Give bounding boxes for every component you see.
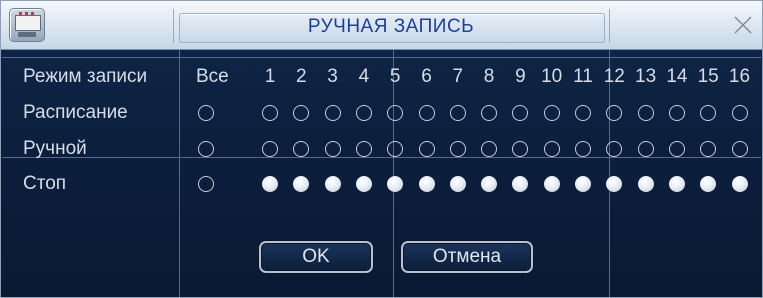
channel-header-14: 14 — [666, 66, 688, 87]
channel-header-2: 2 — [296, 66, 307, 87]
title-separator — [173, 9, 174, 43]
radio-schedule-ch13[interactable] — [637, 105, 654, 121]
row-label-manual: Ручной — [23, 138, 87, 159]
radio-schedule-ch4[interactable] — [355, 105, 372, 121]
channel-header-15: 15 — [697, 66, 719, 87]
radio-manual-ch3[interactable] — [324, 141, 341, 157]
close-button[interactable] — [729, 11, 757, 39]
radio-schedule-ch3[interactable] — [324, 105, 341, 121]
channel-header-10: 10 — [541, 66, 563, 87]
radio-schedule-ch14[interactable] — [668, 105, 685, 121]
radio-manual-ch2[interactable] — [293, 141, 310, 157]
channel-header-4: 4 — [358, 66, 370, 87]
radio-stop-ch4[interactable] — [355, 176, 372, 192]
window-title: РУЧНАЯ ЗАПИСЬ — [307, 16, 475, 37]
channel-header-8: 8 — [483, 66, 495, 87]
row-label-schedule: Расписание — [23, 102, 128, 123]
radio-manual-ch12[interactable] — [606, 141, 623, 157]
radio-manual-ch15[interactable] — [700, 141, 717, 157]
channel-header-3: 3 — [327, 66, 338, 87]
record-mode-header: Режим записи — [23, 66, 148, 87]
radio-schedule-ch15[interactable] — [700, 105, 717, 121]
channel-header-12: 12 — [603, 66, 625, 87]
radio-schedule-ch8[interactable] — [481, 105, 498, 121]
radio-manual-ch8[interactable] — [481, 141, 498, 157]
radio-manual-ch10[interactable] — [543, 141, 560, 157]
radio-schedule-ch1[interactable] — [262, 105, 278, 121]
radio-stop-ch9[interactable] — [512, 176, 529, 192]
radio-schedule-all[interactable] — [198, 105, 214, 121]
radio-stop-ch11[interactable] — [575, 176, 591, 192]
radio-manual-ch4[interactable] — [355, 141, 372, 157]
radio-manual-ch6[interactable] — [418, 141, 435, 157]
channel-header-7: 7 — [452, 66, 464, 87]
channel-header-11: 11 — [573, 66, 593, 87]
channel-header-6: 6 — [421, 66, 432, 87]
radio-stop-ch12[interactable] — [606, 176, 623, 192]
channel-header-9: 9 — [515, 66, 526, 87]
radio-stop-ch2[interactable] — [293, 176, 310, 192]
radio-schedule-ch6[interactable] — [418, 105, 435, 121]
channel-header-5: 5 — [389, 66, 401, 87]
cancel-button[interactable]: Отмена — [401, 241, 533, 273]
title-separator — [609, 9, 610, 43]
channel-header-16: 16 — [728, 66, 751, 87]
radio-stop-ch13[interactable] — [637, 176, 654, 192]
radio-manual-ch7[interactable] — [449, 141, 466, 157]
radio-manual-all[interactable] — [198, 141, 214, 157]
grid-line — [179, 50, 180, 297]
row-label-stop: Стоп — [23, 173, 67, 194]
radio-stop-ch1[interactable] — [262, 176, 278, 192]
radio-manual-ch5[interactable] — [387, 141, 404, 157]
radio-stop-ch14[interactable] — [668, 176, 685, 192]
grid-line — [2, 57, 761, 58]
title-bar: РУЧНАЯ ЗАПИСЬ — [1, 1, 762, 50]
radio-stop-ch3[interactable] — [324, 176, 341, 192]
channel-header-1: 1 — [264, 66, 276, 87]
radio-schedule-ch16[interactable] — [731, 105, 748, 121]
radio-stop-ch15[interactable] — [700, 176, 717, 192]
grid-line — [2, 157, 761, 158]
radio-schedule-ch9[interactable] — [512, 105, 529, 121]
radio-manual-ch14[interactable] — [668, 141, 685, 157]
radio-stop-ch16[interactable] — [731, 176, 748, 192]
radio-manual-ch9[interactable] — [512, 141, 529, 157]
channel-header-13: 13 — [635, 66, 657, 87]
radio-schedule-ch2[interactable] — [293, 105, 310, 121]
radio-manual-ch13[interactable] — [637, 141, 654, 157]
radio-stop-ch8[interactable] — [481, 176, 498, 192]
radio-manual-ch16[interactable] — [731, 141, 748, 157]
radio-schedule-ch12[interactable] — [606, 105, 623, 121]
radio-manual-ch11[interactable] — [575, 141, 591, 157]
radio-manual-ch1[interactable] — [262, 141, 278, 157]
radio-stop-all[interactable] — [198, 176, 214, 192]
radio-schedule-ch5[interactable] — [387, 105, 404, 121]
radio-schedule-ch7[interactable] — [449, 105, 466, 121]
radio-stop-ch10[interactable] — [543, 176, 560, 192]
dvr-monitor-icon — [9, 8, 45, 42]
radio-schedule-ch10[interactable] — [543, 105, 560, 121]
all-column-header: Все — [196, 66, 229, 87]
radio-schedule-ch11[interactable] — [575, 105, 591, 121]
radio-stop-ch7[interactable] — [449, 176, 466, 192]
ok-button[interactable]: OK — [259, 241, 373, 273]
radio-stop-ch5[interactable] — [387, 176, 404, 192]
close-icon — [734, 16, 752, 34]
radio-stop-ch6[interactable] — [418, 176, 435, 192]
manual-record-dialog: РУЧНАЯ ЗАПИСЬ Режим записи Все 123456789… — [0, 0, 763, 298]
